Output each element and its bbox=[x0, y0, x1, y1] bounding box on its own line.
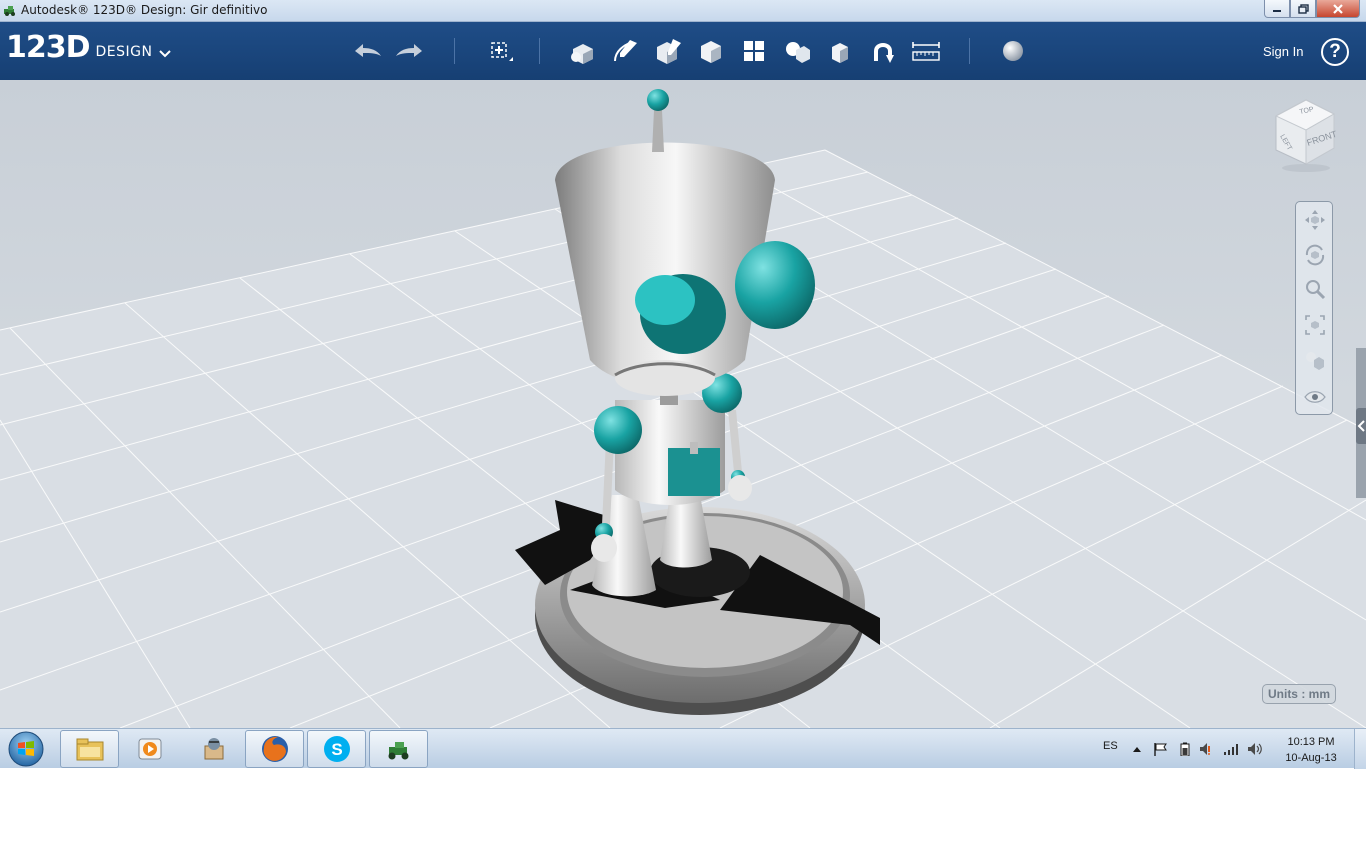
tray-expand-button[interactable] bbox=[1129, 742, 1145, 756]
start-button[interactable] bbox=[6, 730, 46, 768]
sketch-icon bbox=[614, 40, 637, 62]
orbit-icon bbox=[1305, 244, 1325, 266]
taskbar-explorer[interactable] bbox=[60, 730, 119, 768]
restore-icon bbox=[1297, 3, 1309, 14]
side-panel-toggle[interactable] bbox=[1356, 408, 1366, 444]
zoom-button[interactable] bbox=[1301, 276, 1329, 304]
signal-icon bbox=[1224, 744, 1238, 755]
grouping-icon bbox=[786, 42, 810, 63]
fit-icon bbox=[1305, 315, 1325, 335]
units-indicator[interactable]: Units : mm bbox=[1262, 684, 1336, 704]
taskbar-123d-design[interactable] bbox=[369, 730, 428, 768]
material-button[interactable] bbox=[997, 35, 1029, 67]
svg-text:S: S bbox=[331, 740, 342, 759]
orbit-button[interactable] bbox=[1301, 241, 1329, 269]
visibility-icon bbox=[1304, 391, 1326, 403]
volume-button[interactable] bbox=[1247, 742, 1263, 756]
taskbar-media-player[interactable] bbox=[120, 730, 179, 768]
visibility-button[interactable] bbox=[1301, 383, 1329, 411]
ground-grid bbox=[0, 89, 1366, 728]
app-icon bbox=[4, 6, 15, 16]
close-icon bbox=[1333, 3, 1343, 14]
media-player-icon bbox=[138, 738, 161, 760]
window-title-bar[interactable]: Autodesk® 123D® Design: Gir definitivo bbox=[0, 0, 1366, 22]
close-button[interactable] bbox=[1316, 0, 1360, 18]
measure-icon bbox=[912, 42, 940, 61]
taskbar-skype[interactable]: S bbox=[307, 730, 366, 768]
show-desktop-button[interactable] bbox=[1354, 729, 1366, 769]
window-title: Autodesk® 123D® Design: Gir definitivo bbox=[21, 3, 268, 17]
transform-icon bbox=[491, 42, 513, 61]
help-button[interactable]: ? bbox=[1321, 38, 1349, 66]
speaker-alert-icon bbox=[1200, 743, 1210, 755]
minimize-icon bbox=[1273, 9, 1281, 12]
pan-icon bbox=[1305, 210, 1325, 230]
help-icon: ? bbox=[1329, 41, 1341, 62]
material-icon bbox=[1003, 41, 1023, 61]
sign-in-link[interactable]: Sign In bbox=[1263, 44, 1303, 59]
zoom-icon bbox=[1306, 280, 1326, 300]
taskbar-clock[interactable]: 10:13 PM 10-Aug-13 bbox=[1278, 734, 1344, 766]
clock-date: 10-Aug-13 bbox=[1285, 752, 1337, 764]
app-logo-menu[interactable]: 123D DESIGN bbox=[6, 32, 171, 64]
action-center-button[interactable] bbox=[1152, 742, 1168, 756]
fit-button[interactable] bbox=[1301, 311, 1329, 339]
redo-button[interactable] bbox=[394, 35, 426, 67]
combine-icon bbox=[832, 43, 848, 63]
snap-icon bbox=[874, 43, 894, 63]
network-button[interactable] bbox=[1223, 742, 1239, 756]
taskbar-paint-app[interactable] bbox=[183, 730, 242, 768]
sketch-button[interactable] bbox=[609, 35, 641, 67]
logo-main: 123D bbox=[6, 30, 91, 65]
chevron-up-icon bbox=[1133, 747, 1141, 752]
restore-button[interactable] bbox=[1290, 0, 1316, 18]
firefox-icon bbox=[261, 736, 288, 762]
battery-button[interactable] bbox=[1177, 742, 1193, 756]
windows-taskbar: S ES 10:13 PM 10-Aug-13 bbox=[0, 728, 1366, 769]
flag-icon bbox=[1154, 743, 1167, 756]
volume-icon bbox=[1248, 743, 1262, 755]
taskbar-firefox[interactable] bbox=[245, 730, 304, 768]
paint-bucket-icon bbox=[204, 738, 223, 760]
primitives-icon bbox=[571, 44, 593, 64]
battery-icon bbox=[1180, 742, 1190, 756]
language-indicator[interactable]: ES bbox=[1103, 740, 1118, 752]
pattern-icon bbox=[744, 41, 764, 61]
pattern-button[interactable] bbox=[738, 35, 770, 67]
snap-button[interactable] bbox=[867, 35, 899, 67]
minimize-button[interactable] bbox=[1264, 0, 1290, 18]
windows-logo-icon bbox=[8, 731, 44, 767]
measure-button[interactable] bbox=[910, 35, 942, 67]
3d-viewport[interactable]: TOP LEFT FRONT Units: mm bbox=[0, 80, 1366, 728]
primitives-button[interactable] bbox=[566, 35, 598, 67]
view-mode-icon bbox=[1306, 352, 1324, 370]
undo-icon bbox=[355, 44, 381, 57]
transform-button[interactable] bbox=[483, 35, 515, 67]
view-cube[interactable]: TOP LEFT FRONT bbox=[1270, 96, 1344, 174]
chevron-down-icon bbox=[158, 50, 171, 58]
clock-time: 10:13 PM bbox=[1287, 736, 1335, 748]
sound-alert-button[interactable] bbox=[1199, 742, 1215, 756]
desktop-screen: Autodesk® 123D® Design: Gir definitivo 1… bbox=[0, 0, 1366, 867]
grouping-button[interactable] bbox=[781, 35, 813, 67]
construct-button[interactable] bbox=[652, 35, 684, 67]
undo-button[interactable] bbox=[351, 35, 383, 67]
combine-button[interactable] bbox=[824, 35, 856, 67]
modify-button[interactable] bbox=[695, 35, 727, 67]
skype-icon: S bbox=[323, 736, 350, 762]
redo-icon bbox=[396, 44, 422, 57]
modify-icon bbox=[701, 41, 721, 63]
navigation-bar bbox=[1295, 201, 1333, 415]
app-toolbar: 123D DESIGN Sign In ? bbox=[0, 22, 1366, 80]
construct-icon bbox=[657, 39, 681, 64]
pan-button[interactable] bbox=[1301, 206, 1329, 234]
view-mode-button[interactable] bbox=[1301, 346, 1329, 374]
chevron-left-icon bbox=[1357, 420, 1365, 432]
logo-sub: DESIGN bbox=[95, 44, 153, 60]
123d-design-icon bbox=[388, 742, 408, 760]
windows-explorer-icon bbox=[76, 738, 103, 761]
